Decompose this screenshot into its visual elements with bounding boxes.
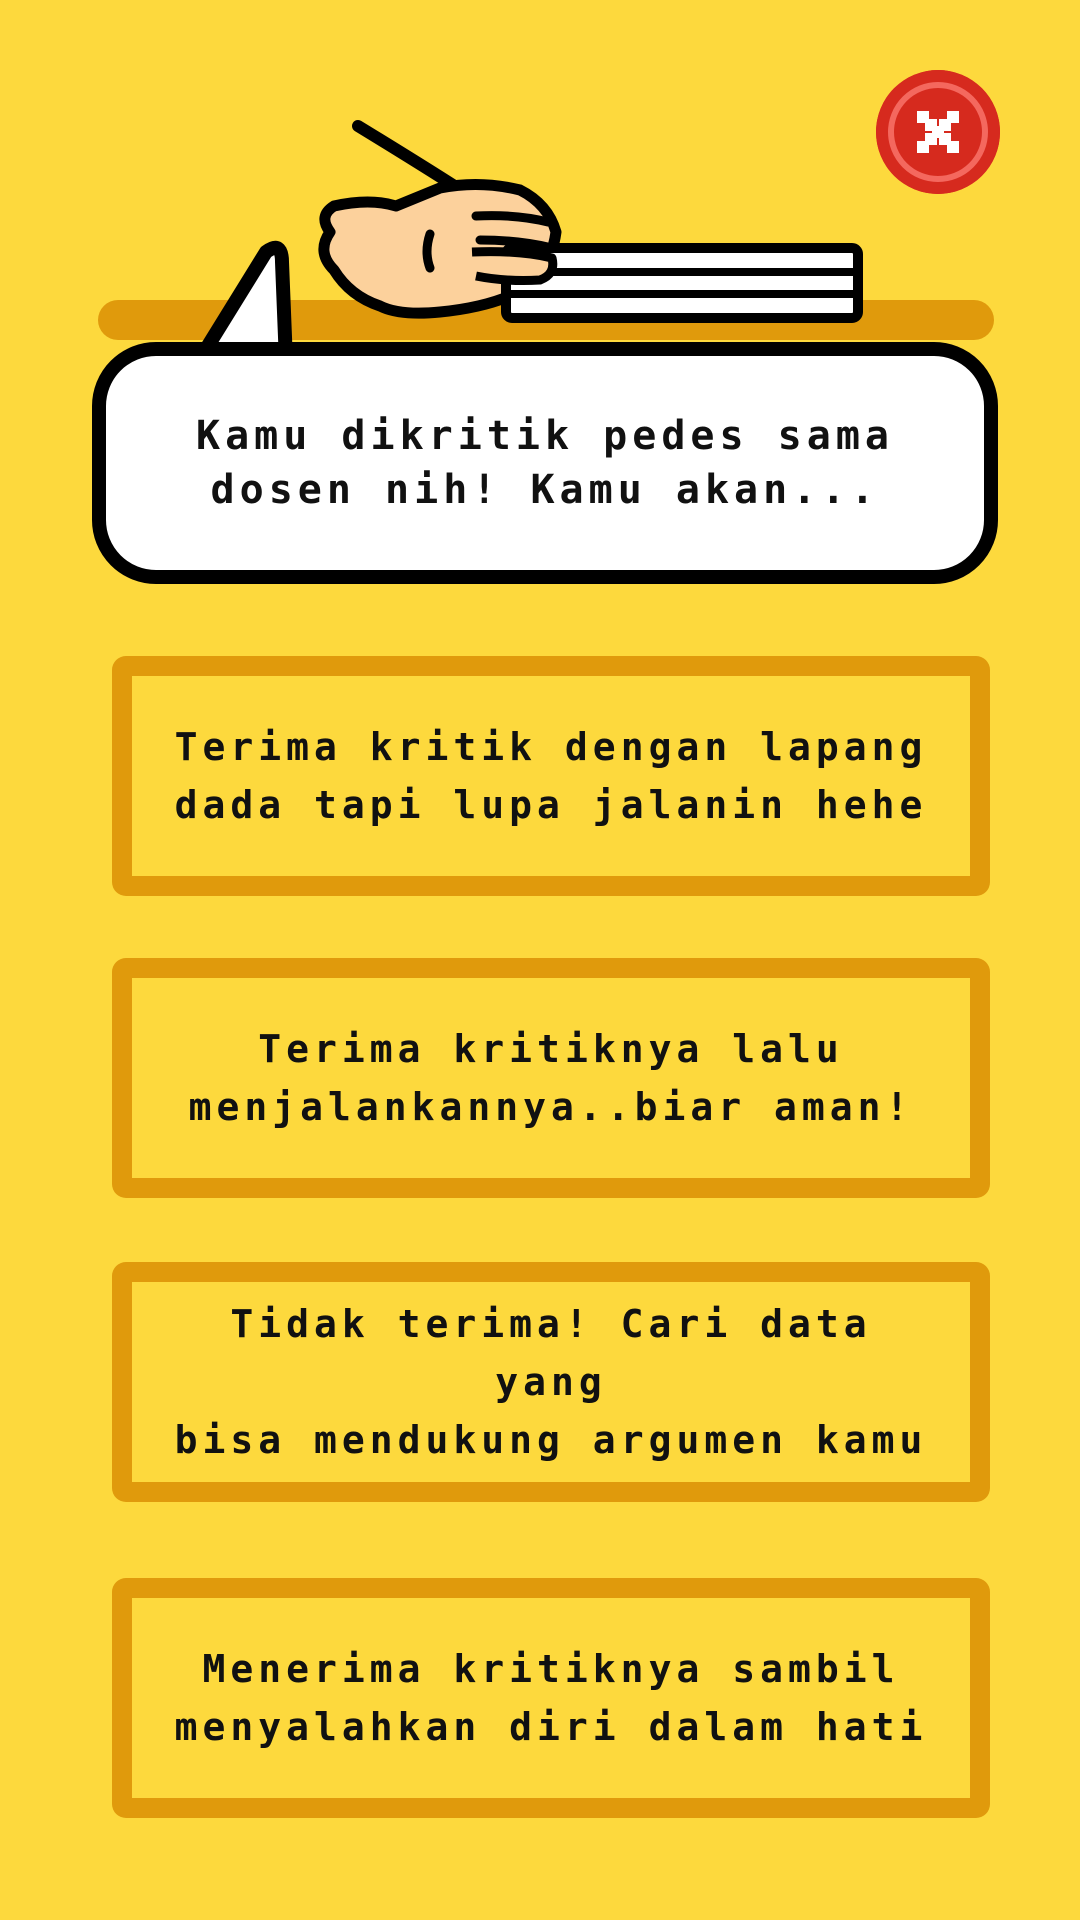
question-bubble: Kamu dikritik pedes sama dosen nih! Kamu… (92, 342, 998, 584)
answer-option-text: Tidak terima! Cari data yang bisa menduk… (171, 1295, 931, 1469)
question-line: Kamu dikritik pedes sama (196, 413, 894, 459)
answer-option-1[interactable]: Terima kritik dengan lapang dada tapi lu… (112, 656, 990, 896)
answer-option-4[interactable]: Menerima kritiknya sambil menyalahkan di… (112, 1578, 990, 1818)
answer-option-text: Terima kritik dengan lapang dada tapi lu… (171, 718, 931, 834)
answer-line: Tidak terima! Cari data yang (230, 1302, 872, 1404)
hand-icon (318, 178, 562, 319)
answer-option-3[interactable]: Tidak terima! Cari data yang bisa menduk… (112, 1262, 990, 1502)
answer-line: Terima kritiknya lalu (258, 1027, 844, 1071)
answer-line: menjalankannya..biar aman! (188, 1085, 914, 1129)
answer-line: Terima kritik dengan lapang (174, 725, 928, 769)
answer-line: Menerima kritiknya sambil (202, 1647, 900, 1691)
close-icon (917, 111, 959, 153)
answer-option-text: Terima kritiknya lalu menjalankannya..bi… (171, 1020, 931, 1136)
paper-stack-icon (501, 243, 863, 323)
desk-bar (98, 300, 994, 340)
question-text: Kamu dikritik pedes sama dosen nih! Kamu… (165, 409, 925, 517)
answer-line: menyalahkan diri dalam hati (174, 1705, 928, 1749)
answer-line: bisa mendukung argumen kamu (174, 1418, 928, 1462)
answer-option-2[interactable]: Terima kritiknya lalu menjalankannya..bi… (112, 958, 990, 1198)
close-button[interactable] (876, 70, 1000, 194)
answer-option-text: Menerima kritiknya sambil menyalahkan di… (171, 1640, 931, 1756)
pen-icon (352, 120, 476, 202)
question-line: dosen nih! Kamu akan... (210, 467, 880, 513)
answer-line: dada tapi lupa jalanin hehe (174, 783, 928, 827)
